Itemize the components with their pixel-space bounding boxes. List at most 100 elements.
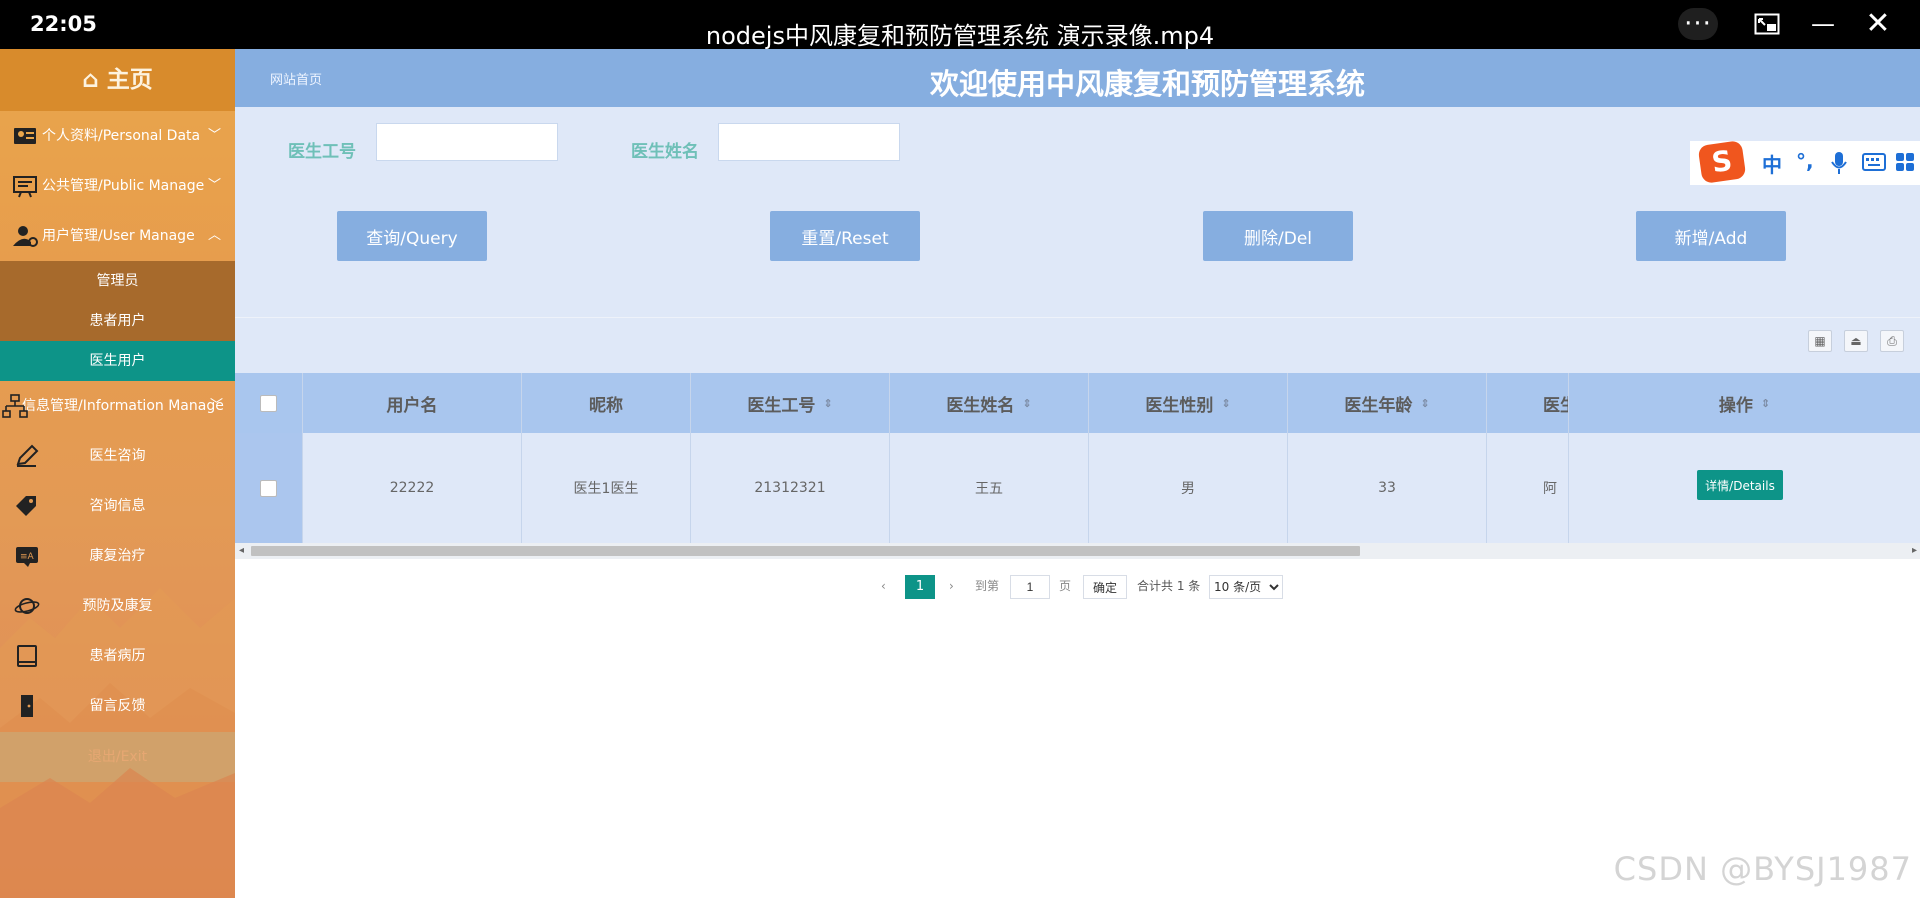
- delete-button[interactable]: 删除/Del: [1203, 211, 1353, 261]
- sidebar-item-feedback[interactable]: 留言反馈: [0, 681, 235, 731]
- topbar: 网站首页 欢迎使用中风康复和预防管理系统: [235, 49, 1920, 107]
- microphone-icon[interactable]: [1830, 151, 1848, 175]
- sidebar: ⌂ 主页 个人资料/Personal Data ﹀ 公共管理/Public Ma…: [0, 49, 235, 898]
- book-icon: [17, 645, 37, 667]
- doctor-name-input[interactable]: [718, 123, 900, 161]
- sidebar-item-label: 康复治疗: [89, 548, 146, 564]
- app-window: ⌂ 主页 个人资料/Personal Data ﹀ 公共管理/Public Ma…: [0, 49, 1920, 898]
- sort-icon[interactable]: ⇕: [1221, 397, 1230, 410]
- sidebar-item-label: 咨询信息: [89, 498, 146, 514]
- svg-text:≡A: ≡A: [20, 552, 35, 562]
- minimize-icon[interactable]: —: [1803, 8, 1843, 40]
- sort-icon[interactable]: ⇕: [1761, 397, 1770, 410]
- content-panel: 医生工号 医生姓名 查询/Query 重置/Reset 删除/Del 新增/Ad…: [235, 107, 1920, 599]
- column-header-gender[interactable]: 医生性别 ⇕: [1089, 373, 1288, 433]
- sidebar-item-label: 留言反馈: [89, 698, 146, 714]
- page-unit-label: 页: [1059, 579, 1072, 593]
- column-header-doctor-name[interactable]: 医生姓名 ⇕: [890, 373, 1089, 433]
- prev-page-icon[interactable]: ‹: [881, 575, 886, 597]
- user-card-icon: [14, 128, 36, 144]
- user-gear-icon: [13, 226, 38, 247]
- nav-group-user-manage[interactable]: 用户管理/User Manage ︿: [0, 211, 235, 261]
- details-button[interactable]: 详情/Details: [1697, 470, 1783, 500]
- scroll-left-icon[interactable]: ◂: [239, 543, 244, 559]
- sidebar-item-label: 医生咨询: [89, 448, 146, 464]
- sidebar-item-prevention-rehab[interactable]: 预防及康复: [0, 581, 235, 631]
- translate-icon: ≡A: [16, 547, 38, 567]
- apps-grid-icon[interactable]: [1895, 152, 1915, 172]
- sidebar-item-rehab-treatment[interactable]: ≡A 康复治疗: [0, 531, 235, 581]
- column-header-doctor-id[interactable]: 医生工号 ⇕: [691, 373, 890, 433]
- sort-icon[interactable]: ⇕: [1022, 397, 1031, 410]
- total-count: 合计共 1 条: [1137, 579, 1201, 593]
- doctor-name-label: 医生姓名: [631, 142, 699, 162]
- chevron-down-icon: ﹀: [207, 128, 221, 143]
- column-header-age[interactable]: 医生年龄 ⇕: [1288, 373, 1487, 433]
- user-manage-submenu: 管理员 患者用户 医生用户: [0, 261, 235, 381]
- nav-group-label: 用户管理/User Manage: [42, 228, 195, 244]
- row-checkbox[interactable]: [260, 479, 277, 497]
- chevron-down-icon: ﹀: [209, 398, 223, 413]
- column-header-operations: 操作 ⇕: [1568, 373, 1920, 433]
- ime-punctuation-toggle[interactable]: °,: [1796, 149, 1814, 173]
- scrollbar-thumb[interactable]: [251, 546, 1360, 556]
- sidebar-item-doctor-consult[interactable]: 医生咨询: [0, 431, 235, 481]
- goto-label: 到第: [975, 579, 1000, 593]
- keyboard-icon[interactable]: [1862, 153, 1886, 171]
- ime-language-toggle[interactable]: 中: [1762, 149, 1782, 178]
- export-icon[interactable]: ⏏: [1844, 330, 1868, 352]
- sidebar-item-doctor-users[interactable]: 医生用户: [0, 341, 235, 381]
- nav-group-public-manage[interactable]: 公共管理/Public Manage ﹀: [0, 161, 235, 211]
- video-player-bar: 22:05 nodejs中风康复和预防管理系统 演示录像.mp4 ··· — ✕: [0, 0, 1920, 50]
- door-icon: [21, 695, 33, 717]
- sidebar-item-patient-records[interactable]: 患者病历: [0, 631, 235, 681]
- doctor-id-input[interactable]: [376, 123, 558, 161]
- home-link[interactable]: ⌂ 主页: [0, 49, 235, 111]
- sidebar-item-admin[interactable]: 管理员: [0, 261, 235, 301]
- horizontal-scrollbar[interactable]: ◂ ▸: [235, 543, 1920, 559]
- more-icon[interactable]: ···: [1678, 8, 1718, 40]
- table-toolbar: ▦ ⏏ ⎙: [235, 317, 1920, 362]
- select-all-checkbox[interactable]: [260, 394, 277, 412]
- sogou-logo-icon[interactable]: S: [1697, 140, 1747, 184]
- cell-gender: 男: [1089, 433, 1288, 543]
- pagination: ‹ 1 › 到第 页 确定 合计共 1 条 10 条/页: [235, 563, 1920, 608]
- sort-icon[interactable]: ⇕: [823, 397, 832, 410]
- columns-filter-icon[interactable]: ▦: [1808, 330, 1832, 352]
- exit-button[interactable]: 退出/Exit: [0, 732, 235, 782]
- ime-toolbar: S 中 °,: [1690, 140, 1920, 185]
- doctor-id-label: 医生工号: [288, 142, 356, 162]
- org-tree-icon: [2, 394, 28, 418]
- sort-icon[interactable]: ⇕: [1420, 397, 1429, 410]
- header-checkbox-cell: [235, 373, 303, 433]
- query-button[interactable]: 查询/Query: [337, 211, 487, 261]
- column-header-nickname[interactable]: 昵称: [522, 373, 691, 433]
- data-table: 用户名 昵称 医生工号 ⇕ 医生姓名 ⇕ 医生性别 ⇕ 医生年龄 ⇕ 医生 22222 …: [235, 373, 1920, 543]
- sidebar-item-patient-users[interactable]: 患者用户: [0, 301, 235, 341]
- chevron-down-icon: ﹀: [207, 178, 221, 193]
- operations-cell: 详情/Details: [1568, 433, 1920, 543]
- nav-group-information-manage[interactable]: 信息管理/Information Manage ﹀: [0, 381, 235, 431]
- nav-group-label: 信息管理/Information Manage: [22, 398, 224, 414]
- page-size-select[interactable]: 10 条/页: [1209, 575, 1283, 599]
- close-icon[interactable]: ✕: [1858, 8, 1898, 40]
- scroll-right-icon[interactable]: ▸: [1912, 543, 1917, 559]
- print-icon[interactable]: ⎙: [1880, 330, 1904, 352]
- main-content: 网站首页 欢迎使用中风康复和预防管理系统 医生工号 医生姓名 查询/Query …: [235, 49, 1920, 898]
- goto-confirm-button[interactable]: 确定: [1083, 575, 1127, 599]
- sidebar-item-consult-info[interactable]: 咨询信息: [0, 481, 235, 531]
- cell-doctor-name: 王五: [890, 433, 1089, 543]
- add-button[interactable]: 新增/Add: [1636, 211, 1786, 261]
- picture-in-picture-icon[interactable]: [1747, 8, 1787, 40]
- column-header-username[interactable]: 用户名: [303, 373, 522, 433]
- goto-page-input[interactable]: [1010, 575, 1050, 599]
- next-page-icon[interactable]: ›: [949, 575, 954, 597]
- nav-group-label: 个人资料/Personal Data: [42, 128, 201, 144]
- reset-button[interactable]: 重置/Reset: [770, 211, 920, 261]
- watermark: CSDN @BYSJ1987: [1613, 850, 1912, 888]
- row-checkbox-cell: [235, 433, 303, 543]
- planet-icon: [14, 598, 40, 614]
- page-number-current[interactable]: 1: [905, 575, 935, 599]
- nav-group-label: 公共管理/Public Manage: [42, 178, 205, 194]
- nav-group-personal-data[interactable]: 个人资料/Personal Data ﹀: [0, 111, 235, 161]
